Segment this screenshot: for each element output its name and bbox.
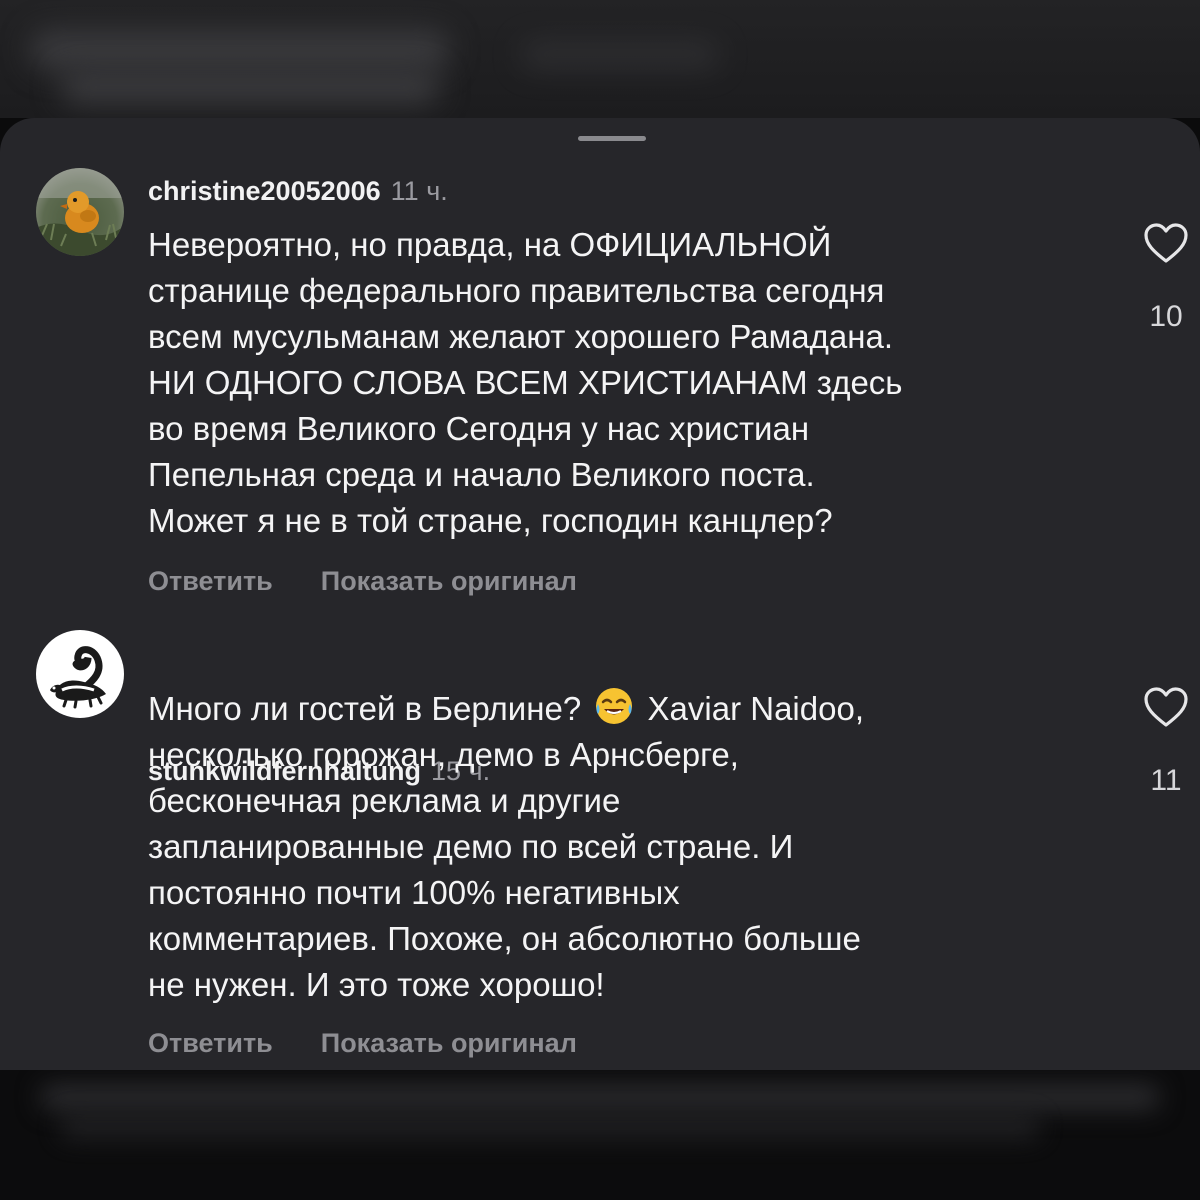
comment-line: несколько горожан, демо в Арнсберге, (148, 736, 739, 773)
comment-text: Много ли гостей в Берлине? Xaviar Naidoo… (148, 686, 1108, 1008)
heart-icon[interactable] (1143, 686, 1189, 728)
screenshot: christine20052006 11 ч. Невероятно, но пр… (0, 0, 1200, 1200)
username[interactable]: christine20052006 (148, 176, 381, 206)
comment-actions: Ответить Показать оригинал (148, 1028, 625, 1059)
timestamp: 11 ч. (390, 176, 448, 206)
reply-button[interactable]: Ответить (148, 1028, 273, 1059)
avatar[interactable] (36, 630, 124, 718)
like-control: 10 (1136, 222, 1196, 334)
face-with-tears-of-joy-icon (596, 688, 633, 724)
like-count: 10 (1149, 300, 1183, 333)
comment-line: не нужен. И это тоже хорошо! (148, 966, 605, 1003)
comment-line: постоянно почти 100% негативных (148, 874, 680, 911)
comment-line: во время Великого Сегодня у нас христиан (148, 410, 810, 447)
sheet-drag-handle[interactable] (578, 136, 646, 141)
comments-sheet[interactable]: christine20052006 11 ч. Невероятно, но пр… (0, 118, 1200, 1070)
comment-text-segment: Много ли гостей в Берлине? (148, 690, 582, 727)
comment-line: бесконечная реклама и другие (148, 782, 621, 819)
show-original-button[interactable]: Показать оригинал (321, 1028, 577, 1059)
comment-line: НИ ОДНОГО СЛОВА ВСЕМ ХРИСТИАНАМ здесь (148, 364, 903, 401)
comment-line: комментариев. Похоже, он абсолютно больш… (148, 920, 861, 957)
comment-meta: christine20052006 11 ч. (148, 176, 448, 207)
avatar[interactable] (36, 168, 124, 256)
comment-line: Много ли гостей в Берлине? Xaviar Naidoo… (148, 686, 1108, 732)
blurred-header-area (0, 0, 1200, 118)
comment-line: запланированные демо по всей стране. И (148, 828, 794, 865)
comment-line: Пепельная среда и начало Великого поста. (148, 456, 815, 493)
like-control: 11 (1136, 686, 1196, 798)
comment-line: странице федерального правительства сего… (148, 272, 885, 309)
heart-icon[interactable] (1143, 222, 1189, 264)
comment-line: всем мусульманам желают хорошего Рамадан… (148, 318, 894, 355)
comment-line: Невероятно, но правда, на ОФИЦИАЛЬНОЙ (148, 226, 832, 263)
comment-text-segment: Xaviar Naidoo, (647, 690, 864, 727)
blurred-footer-area (0, 1070, 1200, 1200)
duck-photo-avatar-icon (36, 168, 124, 256)
show-original-button[interactable]: Показать оригинал (321, 566, 577, 597)
comment-actions: Ответить Показать оригинал (148, 566, 625, 597)
reply-button[interactable]: Ответить (148, 566, 273, 597)
skunk-logo-avatar-icon (36, 630, 124, 718)
comment-line: Может я не в той стране, господин канцле… (148, 502, 833, 539)
like-count: 11 (1150, 764, 1182, 797)
comment-text: Невероятно, но правда, на ОФИЦИАЛЬНОЙ ст… (148, 222, 1108, 544)
